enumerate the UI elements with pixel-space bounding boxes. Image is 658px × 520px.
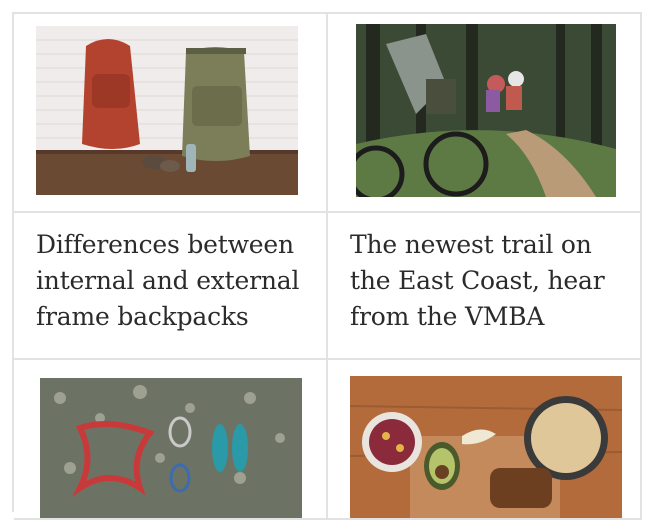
article-card-climbing-image[interactable] — [14, 360, 328, 520]
backpacks-image[interactable] — [36, 26, 298, 195]
article-title[interactable]: Differences between internal and externa… — [36, 227, 318, 335]
article-grid: Differences between internal and externa… — [12, 12, 642, 520]
article-card-trail-image[interactable] — [328, 14, 642, 213]
article-card-backpacks-title[interactable]: Differences between internal and externa… — [14, 213, 328, 360]
article-title[interactable]: The newest trail on the East Coast, hear… — [350, 227, 632, 335]
article-card-trail-title[interactable]: The newest trail on the East Coast, hear… — [328, 213, 642, 360]
article-card-backpacks-image[interactable] — [14, 14, 328, 213]
article-card-breakfast-image[interactable] — [328, 360, 642, 520]
climbing-image[interactable] — [40, 378, 302, 518]
breakfast-image[interactable] — [350, 376, 622, 518]
trail-image[interactable] — [356, 24, 616, 197]
